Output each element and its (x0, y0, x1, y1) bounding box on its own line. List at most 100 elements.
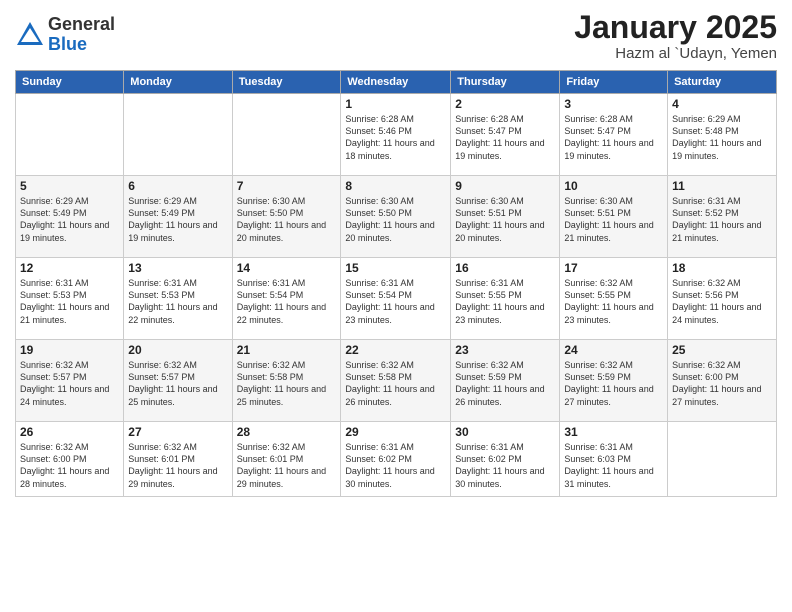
day-info: Sunrise: 6:31 AM Sunset: 6:03 PM Dayligh… (564, 441, 663, 490)
calendar-cell: 10 Sunrise: 6:30 AM Sunset: 5:51 PM Dayli… (560, 176, 668, 258)
day-number: 17 (564, 261, 663, 275)
day-info: Sunrise: 6:32 AM Sunset: 5:57 PM Dayligh… (128, 359, 227, 408)
day-info: Sunrise: 6:31 AM Sunset: 5:52 PM Dayligh… (672, 195, 772, 244)
calendar-cell: 17 Sunrise: 6:32 AM Sunset: 5:55 PM Dayli… (560, 258, 668, 340)
day-info: Sunrise: 6:30 AM Sunset: 5:50 PM Dayligh… (345, 195, 446, 244)
day-header-monday: Monday (124, 71, 232, 94)
calendar-header-row: SundayMondayTuesdayWednesdayThursdayFrid… (16, 71, 777, 94)
location: Hazm al `Udayn, Yemen (574, 45, 777, 62)
day-info: Sunrise: 6:32 AM Sunset: 5:59 PM Dayligh… (564, 359, 663, 408)
calendar-cell: 1 Sunrise: 6:28 AM Sunset: 5:46 PM Daylig… (341, 94, 451, 176)
logo-general: General (48, 15, 115, 35)
day-number: 11 (672, 179, 772, 193)
day-header-thursday: Thursday (451, 71, 560, 94)
day-info: Sunrise: 6:30 AM Sunset: 5:50 PM Dayligh… (237, 195, 337, 244)
day-info: Sunrise: 6:28 AM Sunset: 5:47 PM Dayligh… (455, 113, 555, 162)
day-number: 12 (20, 261, 119, 275)
day-info: Sunrise: 6:32 AM Sunset: 6:00 PM Dayligh… (20, 441, 119, 490)
calendar-cell: 8 Sunrise: 6:30 AM Sunset: 5:50 PM Daylig… (341, 176, 451, 258)
day-info: Sunrise: 6:32 AM Sunset: 6:01 PM Dayligh… (237, 441, 337, 490)
day-info: Sunrise: 6:30 AM Sunset: 5:51 PM Dayligh… (455, 195, 555, 244)
calendar-cell: 12 Sunrise: 6:31 AM Sunset: 5:53 PM Dayli… (16, 258, 124, 340)
day-info: Sunrise: 6:32 AM Sunset: 5:58 PM Dayligh… (345, 359, 446, 408)
header: General Blue January 2025 Hazm al `Udayn… (15, 10, 777, 62)
day-info: Sunrise: 6:32 AM Sunset: 5:57 PM Dayligh… (20, 359, 119, 408)
day-info: Sunrise: 6:32 AM Sunset: 5:55 PM Dayligh… (564, 277, 663, 326)
day-info: Sunrise: 6:31 AM Sunset: 5:54 PM Dayligh… (345, 277, 446, 326)
day-info: Sunrise: 6:31 AM Sunset: 6:02 PM Dayligh… (345, 441, 446, 490)
calendar-cell: 24 Sunrise: 6:32 AM Sunset: 5:59 PM Dayli… (560, 340, 668, 422)
day-number: 10 (564, 179, 663, 193)
day-number: 3 (564, 97, 663, 111)
calendar-cell: 4Sunrise: 6:29 AM Sunset: 5:48 PM Daylig… (668, 94, 777, 176)
day-number: 2 (455, 97, 555, 111)
calendar-cell: 6 Sunrise: 6:29 AM Sunset: 5:49 PM Daylig… (124, 176, 232, 258)
calendar-cell: 22 Sunrise: 6:32 AM Sunset: 5:58 PM Dayli… (341, 340, 451, 422)
logo: General Blue (15, 15, 115, 55)
day-info: Sunrise: 6:28 AM Sunset: 5:47 PM Dayligh… (564, 113, 663, 162)
calendar-cell: 7 Sunrise: 6:30 AM Sunset: 5:50 PM Daylig… (232, 176, 341, 258)
logo-blue: Blue (48, 35, 115, 55)
calendar-cell: 30 Sunrise: 6:31 AM Sunset: 6:02 PM Dayli… (451, 422, 560, 497)
day-header-tuesday: Tuesday (232, 71, 341, 94)
day-info: Sunrise: 6:32 AM Sunset: 5:58 PM Dayligh… (237, 359, 337, 408)
page: General Blue January 2025 Hazm al `Udayn… (0, 0, 792, 612)
calendar-cell: 3 Sunrise: 6:28 AM Sunset: 5:47 PM Daylig… (560, 94, 668, 176)
day-info: Sunrise: 6:31 AM Sunset: 5:55 PM Dayligh… (455, 277, 555, 326)
logo-text: General Blue (48, 15, 115, 55)
calendar-cell: 25Sunrise: 6:32 AM Sunset: 6:00 PM Dayli… (668, 340, 777, 422)
calendar-cell: 31 Sunrise: 6:31 AM Sunset: 6:03 PM Dayli… (560, 422, 668, 497)
day-number: 23 (455, 343, 555, 357)
day-info: Sunrise: 6:29 AM Sunset: 5:49 PM Dayligh… (20, 195, 119, 244)
calendar-cell (668, 422, 777, 497)
calendar-cell: 5 Sunrise: 6:29 AM Sunset: 5:49 PM Daylig… (16, 176, 124, 258)
day-number: 27 (128, 425, 227, 439)
day-number: 24 (564, 343, 663, 357)
day-info: Sunrise: 6:31 AM Sunset: 5:54 PM Dayligh… (237, 277, 337, 326)
day-header-friday: Friday (560, 71, 668, 94)
day-number: 14 (237, 261, 337, 275)
day-info: Sunrise: 6:28 AM Sunset: 5:46 PM Dayligh… (345, 113, 446, 162)
calendar-cell: 23 Sunrise: 6:32 AM Sunset: 5:59 PM Dayli… (451, 340, 560, 422)
day-number: 25 (672, 343, 772, 357)
logo-icon (15, 20, 45, 50)
calendar-cell: 29 Sunrise: 6:31 AM Sunset: 6:02 PM Dayli… (341, 422, 451, 497)
calendar-cell: 11 Sunrise: 6:31 AM Sunset: 5:52 PM Dayli… (668, 176, 777, 258)
calendar-cell (124, 94, 232, 176)
calendar-cell (232, 94, 341, 176)
day-info: Sunrise: 6:32 AM Sunset: 6:01 PM Dayligh… (128, 441, 227, 490)
month-title: January 2025 (574, 10, 777, 45)
calendar-cell: 27 Sunrise: 6:32 AM Sunset: 6:01 PM Dayli… (124, 422, 232, 497)
day-info: Sunrise: 6:31 AM Sunset: 6:02 PM Dayligh… (455, 441, 555, 490)
day-number: 30 (455, 425, 555, 439)
day-number: 6 (128, 179, 227, 193)
day-number: 18 (672, 261, 772, 275)
day-number: 13 (128, 261, 227, 275)
day-number: 8 (345, 179, 446, 193)
day-number: 21 (237, 343, 337, 357)
calendar-cell: 15 Sunrise: 6:31 AM Sunset: 5:54 PM Dayli… (341, 258, 451, 340)
day-number: 28 (237, 425, 337, 439)
day-header-wednesday: Wednesday (341, 71, 451, 94)
day-number: 22 (345, 343, 446, 357)
day-number: 7 (237, 179, 337, 193)
day-number: 5 (20, 179, 119, 193)
calendar-cell: 14 Sunrise: 6:31 AM Sunset: 5:54 PM Dayli… (232, 258, 341, 340)
calendar-cell: 18Sunrise: 6:32 AM Sunset: 5:56 PM Dayli… (668, 258, 777, 340)
day-number: 9 (455, 179, 555, 193)
calendar-table: SundayMondayTuesdayWednesdayThursdayFrid… (15, 70, 777, 497)
day-info: Sunrise: 6:29 AM Sunset: 5:49 PM Dayligh… (128, 195, 227, 244)
day-number: 29 (345, 425, 446, 439)
day-number: 15 (345, 261, 446, 275)
calendar-cell: 21 Sunrise: 6:32 AM Sunset: 5:58 PM Dayli… (232, 340, 341, 422)
day-number: 31 (564, 425, 663, 439)
day-number: 26 (20, 425, 119, 439)
day-info: Sunrise: 6:31 AM Sunset: 5:53 PM Dayligh… (20, 277, 119, 326)
title-block: January 2025 Hazm al `Udayn, Yemen (574, 10, 777, 62)
day-info: Sunrise: 6:32 AM Sunset: 5:59 PM Dayligh… (455, 359, 555, 408)
day-number: 1 (345, 97, 446, 111)
day-number: 4 (672, 97, 772, 111)
calendar-cell: 2 Sunrise: 6:28 AM Sunset: 5:47 PM Daylig… (451, 94, 560, 176)
calendar-cell: 19Sunrise: 6:32 AM Sunset: 5:57 PM Dayli… (16, 340, 124, 422)
day-info: Sunrise: 6:30 AM Sunset: 5:51 PM Dayligh… (564, 195, 663, 244)
